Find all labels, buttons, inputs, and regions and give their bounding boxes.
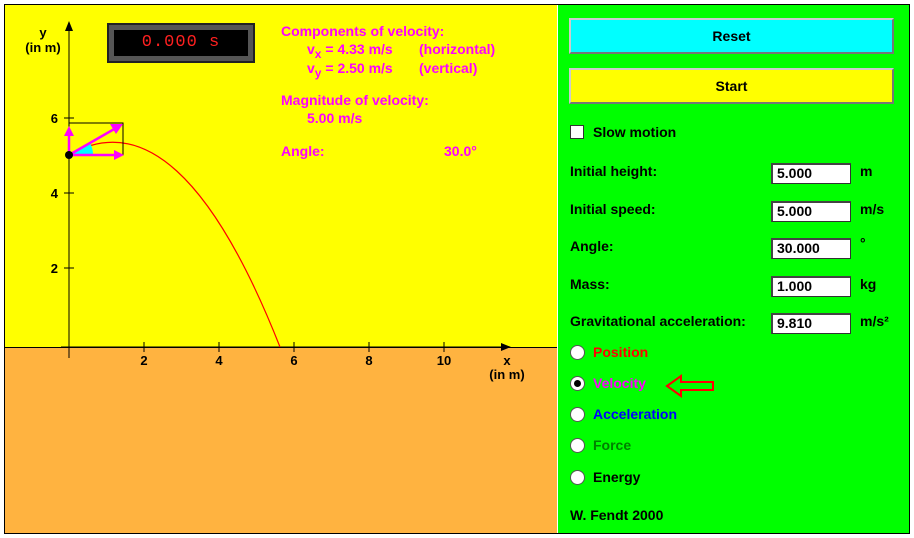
start-button[interactable]: Start	[569, 68, 894, 104]
gravity-unit: m/s²	[860, 313, 889, 329]
vx-subscript: x	[314, 46, 322, 61]
control-panel: Reset Start Slow motion Initial height: …	[558, 5, 909, 533]
angle-field-label: Angle:	[570, 238, 614, 254]
angle-label: Angle:	[281, 143, 325, 159]
vy-arrowhead	[64, 126, 74, 136]
x-axis-arrowhead	[501, 343, 511, 351]
vy-note: (vertical)	[419, 60, 478, 76]
mass-label: Mass:	[570, 276, 610, 292]
magnitude-title: Magnitude of velocity:	[281, 92, 429, 108]
initial-speed-label: Initial speed:	[570, 201, 656, 217]
timer-value: 0.000 s	[114, 30, 248, 56]
x-tick-label: 2	[140, 353, 147, 368]
velocity-label: Velocity	[593, 375, 646, 391]
trajectory-curve	[68, 141, 281, 348]
force-label: Force	[593, 437, 632, 453]
option-position[interactable]: Position	[570, 344, 648, 360]
vx-value: = 4.33 m/s	[325, 41, 393, 57]
position-radio[interactable]	[570, 344, 585, 360]
reset-button[interactable]: Reset	[569, 18, 894, 54]
components-title: Components of velocity:	[281, 23, 445, 39]
y-tick-label: 6	[51, 111, 58, 126]
force-radio[interactable]	[570, 437, 585, 453]
energy-radio[interactable]	[570, 469, 585, 485]
x-tick-label: 6	[290, 353, 297, 368]
option-force[interactable]: Force	[570, 437, 631, 453]
vy-subscript: y	[314, 65, 322, 80]
option-energy[interactable]: Energy	[570, 469, 640, 485]
option-velocity[interactable]: Velocity	[570, 375, 646, 391]
initial-speed-input[interactable]: 5.000	[771, 201, 851, 222]
x-axis-unit: (in m)	[489, 367, 524, 382]
vy-line: vy = 2.50 m/s	[307, 60, 393, 80]
gravity-input[interactable]: 9.810	[771, 313, 851, 334]
projectile-plot: 2 4 6 8 10 2 4 6 y (in m) x (in m)	[25, 21, 525, 382]
angle-input[interactable]: 30.000	[771, 238, 851, 259]
initial-height-input[interactable]: 5.000	[771, 163, 851, 184]
slow-motion-checkbox[interactable]	[570, 125, 584, 139]
x-axis-label: x	[503, 353, 511, 368]
timer-display: 0.000 s	[107, 23, 255, 63]
simulation-panel: 2 4 6 8 10 2 4 6 y (in m) x (in m) 0.000…	[5, 5, 557, 533]
initial-speed-unit: m/s	[860, 201, 885, 217]
y-tick-label: 2	[51, 261, 58, 276]
angle-value: 30.0°	[444, 143, 477, 159]
option-acceleration[interactable]: Acceleration	[570, 406, 677, 422]
vx-symbol: v	[307, 41, 315, 57]
vx-note: (horizontal)	[419, 41, 496, 57]
slow-motion-toggle[interactable]: Slow motion	[570, 124, 676, 140]
initial-height-label: Initial height:	[570, 163, 658, 179]
x-tick-label: 4	[215, 353, 223, 368]
projectile-ball	[65, 151, 73, 159]
initial-height-unit: m	[860, 163, 873, 179]
applet-frame: 2 4 6 8 10 2 4 6 y (in m) x (in m) 0.000…	[4, 4, 910, 534]
vy-symbol: v	[307, 60, 315, 76]
y-axis-label: y	[39, 25, 47, 40]
y-axis-unit: (in m)	[25, 40, 60, 55]
acceleration-label: Acceleration	[593, 406, 678, 422]
gravity-label: Gravitational acceleration:	[570, 313, 746, 329]
energy-label: Energy	[593, 469, 641, 485]
pointer-arrow-icon	[665, 374, 714, 398]
vx-line: vx = 4.33 m/s	[307, 41, 393, 61]
y-axis-arrowhead	[65, 21, 73, 31]
y-tick-label: 4	[51, 186, 59, 201]
velocity-radio[interactable]	[570, 375, 585, 391]
mass-input[interactable]: 1.000	[771, 276, 851, 297]
x-tick-label: 10	[437, 353, 451, 368]
x-tick-label: 8	[365, 353, 372, 368]
position-label: Position	[593, 344, 649, 360]
mass-unit: kg	[860, 276, 877, 292]
author-credit: W. Fendt 2000	[570, 507, 664, 523]
acceleration-radio[interactable]	[570, 406, 585, 422]
slow-motion-label: Slow motion	[593, 124, 677, 140]
magnitude-value: 5.00 m/s	[307, 110, 363, 126]
angle-unit: °	[860, 235, 866, 251]
vy-value: = 2.50 m/s	[325, 60, 393, 76]
